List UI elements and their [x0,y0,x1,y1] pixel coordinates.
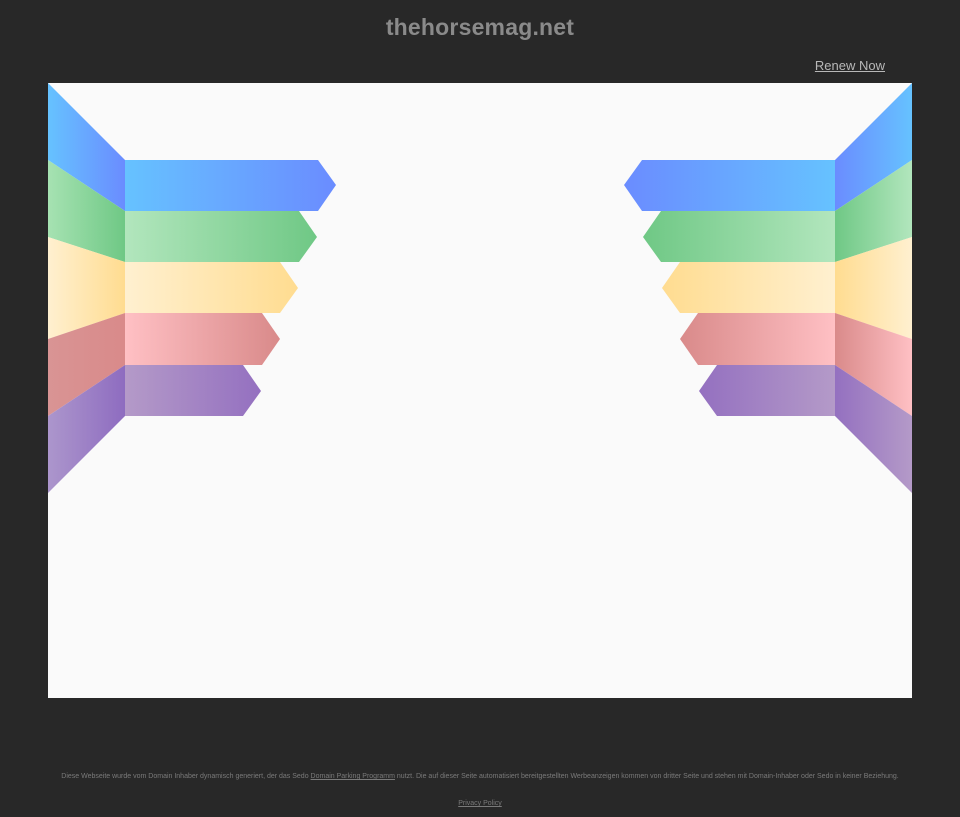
domain-title: thehorsemag.net [385,14,575,40]
footer-disclaimer: Diese Webseite wurde vom Domain Inhaber … [40,772,920,781]
domain-parking-link[interactable]: Domain Parking Programm [311,773,395,780]
renew-now-link[interactable]: Renew Now [815,58,885,73]
footer-text-after: nutzt. Die auf dieser Seite automatisier… [394,773,899,780]
left-arrows [125,160,336,416]
left-side-panel [48,83,125,493]
privacy-policy-link[interactable]: Privacy Policy [458,800,502,807]
right-arrows [624,160,835,416]
footer-text-before: Diese Webseite wurde vom Domain Inhaber … [61,773,311,780]
ribbon-illustration [48,83,912,493]
privacy-footer: Privacy Policy [0,800,960,807]
right-side-panel [835,83,912,493]
content-frame [48,83,912,698]
